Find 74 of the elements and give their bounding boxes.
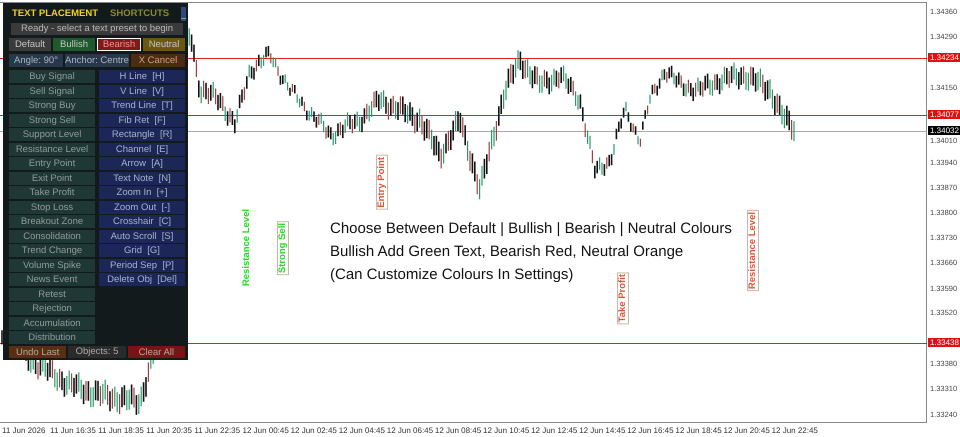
time-label: 12 Jun 06:45	[386, 426, 434, 435]
shortcut-button[interactable]: Text Note [N]	[99, 172, 185, 184]
text-preset-button[interactable]: Entry Point	[9, 157, 95, 170]
object-count: Objects: 5	[68, 346, 126, 358]
text-preset-button[interactable]: Accumulation	[9, 316, 95, 330]
shortcut-button[interactable]: H Line [H]	[99, 70, 185, 83]
status-bar: Ready - select a text preset to begin	[11, 23, 183, 35]
time-label: 12 Jun 04:45	[338, 426, 385, 435]
price-level-label: 1.34077	[928, 110, 960, 119]
cancel-button[interactable]: X Cancel	[130, 54, 185, 67]
text-preset-button[interactable]: Strong Buy	[9, 99, 95, 112]
color-preset-button[interactable]: Bullish	[53, 38, 95, 51]
color-preset-button[interactable]: Neutral	[143, 38, 185, 51]
time-label: 11 Jun 18:35	[98, 426, 144, 435]
text-preset-button[interactable]: Breakout Zone	[9, 215, 95, 228]
shortcut-button[interactable]: V Line [V]	[99, 84, 185, 98]
setting-button[interactable]: Anchor: Centre	[65, 54, 129, 67]
time-label: 12 Jun 12:45	[531, 426, 578, 435]
text-preset-button[interactable]: Volume Spike	[9, 258, 95, 272]
text-preset-button[interactable]: Rejection	[9, 302, 95, 315]
text-preset-button[interactable]: Sell Signal	[9, 84, 95, 98]
time-label: 12 Jun 02:45	[290, 426, 337, 435]
text-preset-button[interactable]: Trend Change	[9, 244, 95, 257]
text-preset-button[interactable]: Distribution	[9, 331, 95, 344]
time-label: 12 Jun 16:45	[627, 426, 674, 435]
time-label: 12 Jun 00:45	[242, 426, 289, 435]
undo-button[interactable]: Undo Last	[9, 346, 66, 358]
clear-all-button[interactable]: Clear All	[128, 346, 185, 358]
text-preset-button[interactable]: Exit Point	[9, 172, 95, 184]
price-level-label: 1.34032	[928, 126, 960, 135]
time-label: 12 Jun 08:45	[434, 426, 482, 435]
text-preset-button[interactable]: Strong Sell	[9, 114, 95, 126]
text-preset-button[interactable]: Resistance Level	[9, 142, 95, 156]
panel-tab[interactable]: SHORTCUTS	[110, 8, 170, 19]
shortcut-button[interactable]: Crosshair [C]	[99, 215, 185, 228]
chart-text-label[interactable]: Resistance Level	[747, 210, 759, 292]
chart-note-text: Bullish Add Green Text, Bearish Red, Neutral Orange	[330, 243, 684, 262]
text-preset-button[interactable]: Stop Loss	[9, 200, 95, 214]
text-preset-button[interactable]: Retest	[9, 288, 95, 300]
time-label: 12 Jun 22:45	[772, 426, 818, 435]
minimize-button[interactable]: _	[181, 6, 186, 20]
price-level-label: 1.33438	[928, 338, 960, 347]
shortcut-button[interactable]: Channel [E]	[99, 142, 185, 156]
time-label: 12 Jun 20:45	[724, 426, 770, 435]
shortcut-button[interactable]: Grid [G]	[99, 244, 185, 257]
chart-text-label[interactable]: Take Profit	[617, 272, 629, 324]
time-label: 11 Jun 16:35	[50, 426, 96, 435]
shortcut-button[interactable]: Zoom Out [-]	[99, 200, 185, 214]
text-preset-button[interactable]: Buy Signal	[9, 70, 95, 83]
shortcut-button[interactable]: Zoom In [+]	[99, 186, 185, 199]
chart-text-label[interactable]: Entry Point	[376, 155, 388, 210]
setting-button[interactable]: Angle: 90°	[9, 54, 64, 67]
color-preset-button[interactable]: Bearish	[97, 38, 141, 51]
chart-note-text: Choose Between Default | Bullish | Bearish | Neutral Colours	[330, 220, 732, 239]
panel-tab[interactable]: TEXT PLACEMENT	[12, 8, 98, 19]
text-preset-button[interactable]: News Event	[9, 273, 95, 286]
shortcut-button[interactable]: Auto Scroll [S]	[99, 230, 185, 242]
shortcut-button[interactable]: Period Sep [P]	[99, 258, 185, 272]
time-label: 11 Jun 20:35	[146, 426, 192, 435]
shortcut-button[interactable]: Trend Line [T]	[99, 99, 185, 112]
text-preset-button[interactable]: Support Level	[9, 128, 95, 141]
shortcut-button[interactable]: Delete Obj [Del]	[99, 273, 185, 286]
shortcut-button[interactable]: Rectangle [R]	[99, 128, 185, 141]
price-level-label: 1.34234	[928, 53, 960, 62]
time-label: 11 Jun 22:35	[194, 426, 240, 435]
text-preset-button[interactable]: Consolidation	[9, 230, 95, 242]
shortcut-button[interactable]: Arrow [A]	[99, 157, 185, 170]
time-label: 12 Jun 14:45	[579, 426, 626, 435]
text-preset-button[interactable]: Take Profit	[9, 186, 95, 199]
time-label: 12 Jun 18:45	[675, 426, 722, 435]
shortcut-button[interactable]: Fib Ret [F]	[99, 114, 185, 126]
time-label: 12 Jun 10:45	[483, 426, 530, 435]
color-preset-button[interactable]: Default	[9, 38, 51, 51]
time-label: 11 Jun 2026	[2, 426, 46, 435]
